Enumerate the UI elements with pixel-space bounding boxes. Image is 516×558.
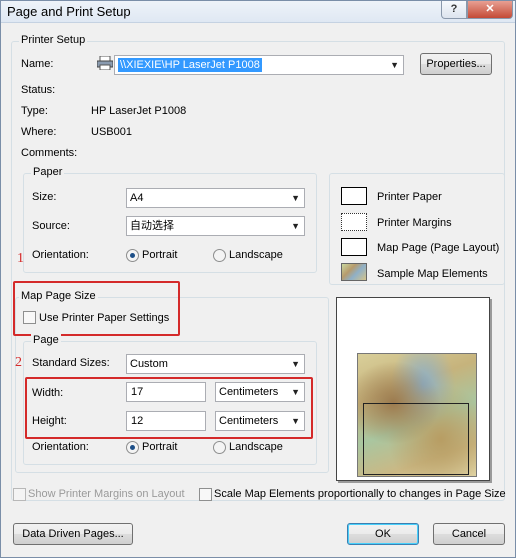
paper-portrait-radio[interactable] (126, 249, 139, 262)
page-portrait-label: Portrait (142, 441, 178, 453)
status-label: Status: (21, 84, 56, 96)
standard-sizes-select[interactable]: Custom ▼ (126, 354, 305, 374)
annotation-marker-1: 1 (17, 251, 24, 266)
paper-source-select[interactable]: 自动选择 ▼ (126, 216, 305, 236)
annotation-marker-2: 2 (15, 355, 22, 370)
paper-size-value: A4 (130, 192, 144, 204)
annotation-box-1 (13, 281, 180, 336)
paper-landscape-radio[interactable] (213, 249, 226, 262)
type-value: HP LaserJet P1008 (91, 105, 187, 117)
scale-elements-checkbox[interactable] (199, 488, 212, 501)
paper-size-label: Size: (32, 191, 57, 203)
scale-elements-label: Scale Map Elements proportionally to cha… (214, 488, 506, 500)
show-margins-label: Show Printer Margins on Layout (28, 488, 185, 500)
printer-setup-group-label: Printer Setup (19, 34, 88, 46)
page-landscape-label: Landscape (229, 441, 283, 453)
standard-sizes-label: Standard Sizes: (32, 357, 110, 369)
legend-sample-map: Sample Map Elements (377, 268, 488, 280)
printer-icon (97, 56, 113, 70)
printer-name-select[interactable]: \\XIEXIE\HP LaserJet P1008 ▼ (114, 55, 404, 75)
name-label: Name: (21, 58, 54, 70)
where-value: USB001 (91, 126, 132, 138)
chevron-down-icon: ▼ (291, 221, 300, 231)
comments-label: Comments: (21, 147, 78, 159)
help-button[interactable]: ? (441, 1, 467, 19)
annotation-box-2 (25, 377, 313, 439)
preview-sample-map-elements (363, 403, 469, 475)
chevron-down-icon: ▼ (291, 359, 300, 369)
ok-button[interactable]: OK (347, 523, 419, 545)
paper-source-label: Source: (32, 220, 70, 232)
sample-map-swatch (341, 263, 367, 281)
cancel-button[interactable]: Cancel (433, 523, 505, 545)
page-landscape-radio[interactable] (213, 441, 226, 454)
page-group-label: Page (31, 334, 61, 346)
legend-printer-paper: Printer Paper (377, 191, 442, 203)
page-portrait-radio[interactable] (126, 441, 139, 454)
map-page-swatch (341, 238, 367, 256)
title-bar[interactable]: Page and Print Setup ? ✕ (1, 1, 515, 23)
paper-orientation-label: Orientation: (32, 249, 89, 261)
paper-landscape-label: Landscape (229, 249, 283, 261)
paper-portrait-label: Portrait (142, 249, 178, 261)
data-driven-pages-button[interactable]: Data Driven Pages... (13, 523, 133, 545)
close-button[interactable]: ✕ (467, 1, 513, 19)
paper-group-label: Paper (31, 166, 65, 178)
chevron-down-icon: ▼ (390, 60, 399, 70)
page-orientation-label: Orientation: (32, 441, 89, 453)
printer-paper-swatch (341, 187, 367, 205)
type-label: Type: (21, 105, 48, 117)
printer-margins-swatch (341, 213, 367, 231)
printer-name-value: \\XIEXIE\HP LaserJet P1008 (118, 58, 262, 72)
paper-size-select[interactable]: A4 ▼ (126, 188, 305, 208)
where-label: Where: (21, 126, 57, 138)
properties-button[interactable]: Properties... (420, 53, 492, 75)
window-title: Page and Print Setup (7, 4, 131, 19)
page-print-setup-dialog: Page and Print Setup ? ✕ Printer Setup N… (0, 0, 516, 558)
show-margins-checkbox[interactable] (13, 488, 26, 501)
paper-source-value: 自动选择 (130, 220, 174, 232)
legend-map-page: Map Page (Page Layout) (377, 242, 500, 254)
legend-printer-margins: Printer Margins (377, 217, 452, 229)
standard-sizes-value: Custom (130, 358, 168, 370)
chevron-down-icon: ▼ (291, 193, 300, 203)
